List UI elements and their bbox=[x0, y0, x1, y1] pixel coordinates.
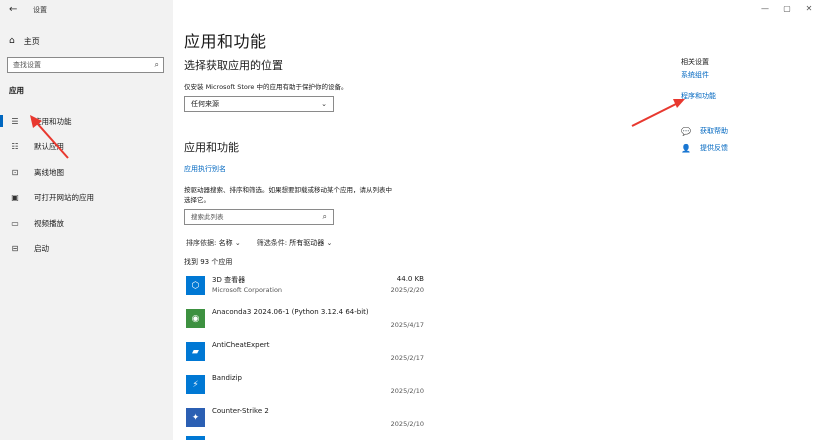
sidebar-item-startup[interactable]: ⊟ 启动 bbox=[0, 240, 173, 256]
maximize-icon[interactable]: ▢ bbox=[776, 0, 798, 16]
app-row-anaconda[interactable]: ◉ Anaconda3 2024.06-1 (Python 3.12.4 64-… bbox=[184, 306, 424, 336]
sidebar-item-default-apps[interactable]: ☷ 默认应用 bbox=[0, 138, 173, 154]
section-label-apps: 应用 bbox=[9, 86, 24, 95]
sidebar-item-offline-maps[interactable]: ⊡ 离线地图 bbox=[0, 164, 173, 180]
install-source-dropdown[interactable]: 任何来源 ⌄ bbox=[184, 96, 334, 112]
feedback-link[interactable]: 👤 提供反馈 bbox=[681, 143, 728, 153]
found-count: 找到 93 个应用 bbox=[184, 258, 233, 266]
app-row-anticheatexpert[interactable]: ▰ AntiCheatExpert 2025/2/17 bbox=[184, 339, 424, 369]
app-date: 2025/2/17 bbox=[390, 354, 424, 362]
sort-value: 名称 bbox=[218, 239, 233, 247]
install-source-heading: 选择获取应用的位置 bbox=[184, 59, 283, 72]
app-bandizip-icon: ⚡ bbox=[186, 375, 205, 394]
back-arrow-icon[interactable]: ← bbox=[9, 4, 17, 15]
sidebar-item-video-playback[interactable]: ▭ 视频播放 bbox=[0, 215, 173, 231]
app-publisher: Microsoft Corporation bbox=[212, 286, 283, 294]
app-anaconda-icon: ◉ bbox=[186, 309, 205, 328]
chevron-down-icon: ⌄ bbox=[326, 239, 333, 247]
app-alias-link[interactable]: 应用执行别名 bbox=[184, 164, 226, 174]
app-name: AntiCheatExpert bbox=[212, 341, 270, 349]
sidebar-item-label: 启动 bbox=[34, 243, 49, 253]
app-list-search-box[interactable]: ⌕ bbox=[184, 209, 334, 225]
app-anticheat-icon: ▰ bbox=[186, 342, 205, 361]
main-content: — ▢ ✕ 应用和功能 选择获取应用的位置 仅安装 Microsoft Stor… bbox=[173, 0, 820, 440]
app-name: Anaconda3 2024.06-1 (Python 3.12.4 64-bi… bbox=[212, 308, 369, 316]
get-help-link[interactable]: 💬 获取帮助 bbox=[681, 126, 728, 136]
home-label: 主页 bbox=[23, 36, 40, 46]
app-row-counter-strike-2[interactable]: ✦ Counter-Strike 2 2025/2/10 bbox=[184, 405, 424, 435]
app-3d-viewer-icon: ⬡ bbox=[186, 276, 205, 295]
settings-search-box[interactable]: ⌕ bbox=[7, 57, 164, 73]
sidebar-item-website-apps[interactable]: ▣ 可打开网站的应用 bbox=[0, 189, 173, 205]
app-name: Bandizip bbox=[212, 374, 242, 382]
app-row-3d-viewer[interactable]: ⬡ 3D 查看器 Microsoft Corporation 44.0 KB 2… bbox=[184, 273, 424, 303]
sidebar-home[interactable]: ⌂ 主页 bbox=[9, 34, 40, 48]
app-next-icon-partial bbox=[186, 436, 205, 440]
apps-list-icon: ☰ bbox=[11, 116, 19, 126]
default-apps-icon: ☷ bbox=[11, 141, 19, 151]
window-controls: — ▢ ✕ bbox=[754, 0, 820, 16]
app-name: 3D 查看器 bbox=[212, 276, 246, 284]
get-help-label: 获取帮助 bbox=[700, 127, 728, 135]
active-indicator bbox=[0, 115, 3, 127]
link-programs-and-features[interactable]: 程序和功能 bbox=[681, 91, 716, 101]
website-apps-icon: ▣ bbox=[11, 192, 19, 202]
filter-value: 所有驱动器 bbox=[289, 239, 325, 247]
chevron-down-icon: ⌄ bbox=[234, 239, 241, 247]
apps-description-line2: 选择它。 bbox=[184, 196, 210, 204]
home-icon: ⌂ bbox=[9, 36, 15, 46]
app-date: 2025/4/17 bbox=[390, 321, 424, 329]
sort-filter-row: 排序依据: 名称 ⌄ 筛选条件: 所有驱动器 ⌄ bbox=[186, 238, 332, 248]
chevron-down-icon: ⌄ bbox=[321, 100, 327, 108]
dropdown-value: 任何来源 bbox=[191, 100, 219, 108]
minimize-icon[interactable]: — bbox=[754, 0, 776, 16]
feedback-icon: 👤 bbox=[681, 143, 691, 153]
sidebar-item-label: 应用和功能 bbox=[34, 116, 72, 126]
sidebar-item-label: 可打开网站的应用 bbox=[34, 192, 94, 202]
app-date: 2025/2/10 bbox=[390, 387, 424, 395]
sort-label: 排序依据: bbox=[186, 239, 217, 247]
filter-control[interactable]: 筛选条件: 所有驱动器 ⌄ bbox=[257, 238, 333, 248]
sidebar-item-label: 离线地图 bbox=[34, 167, 64, 177]
search-icon[interactable]: ⌕ bbox=[155, 60, 159, 70]
map-icon: ⊡ bbox=[11, 167, 19, 177]
app-row-bandizip[interactable]: ⚡ Bandizip 2025/2/10 bbox=[184, 372, 424, 402]
search-icon[interactable]: ⌕ bbox=[323, 212, 327, 222]
close-icon[interactable]: ✕ bbox=[798, 0, 820, 16]
filter-label: 筛选条件: bbox=[256, 239, 288, 247]
apps-description-line1: 按驱动器搜索、排序和筛选。如果想要卸载或移动某个应用，请从列表中 bbox=[184, 186, 392, 194]
app-list-search-input[interactable] bbox=[191, 213, 311, 221]
video-icon: ▭ bbox=[11, 218, 19, 228]
apps-heading: 应用和功能 bbox=[184, 141, 239, 154]
help-chat-icon: 💬 bbox=[681, 126, 691, 136]
feedback-label: 提供反馈 bbox=[700, 144, 728, 152]
app-counter-strike-icon: ✦ bbox=[186, 408, 205, 427]
sort-control[interactable]: 排序依据: 名称 ⌄ bbox=[186, 238, 241, 248]
sidebar: ← 设置 ⌂ 主页 ⌕ 应用 ☰ 应用和功能 ☷ 默认应用 ⊡ 离线地图 ▣ 可… bbox=[0, 0, 173, 440]
settings-window: ← 设置 ⌂ 主页 ⌕ 应用 ☰ 应用和功能 ☷ 默认应用 ⊡ 离线地图 ▣ 可… bbox=[0, 0, 820, 440]
install-source-description: 仅安装 Microsoft Store 中的应用有助于保护你的设备。 bbox=[184, 83, 348, 91]
app-size: 44.0 KB bbox=[396, 275, 424, 283]
related-settings-title: 相关设置 bbox=[681, 58, 709, 66]
startup-icon: ⊟ bbox=[11, 243, 19, 253]
sidebar-item-label: 默认应用 bbox=[34, 141, 64, 151]
app-name: Counter-Strike 2 bbox=[212, 407, 269, 415]
sidebar-item-apps-features[interactable]: ☰ 应用和功能 bbox=[0, 113, 173, 129]
app-date: 2025/2/10 bbox=[390, 420, 424, 428]
settings-search-input[interactable] bbox=[13, 61, 143, 69]
sidebar-item-label: 视频播放 bbox=[34, 218, 64, 228]
page-title: 应用和功能 bbox=[184, 32, 267, 51]
window-title: 设置 bbox=[33, 6, 47, 14]
link-system-components[interactable]: 系统组件 bbox=[681, 70, 709, 80]
app-date: 2025/2/20 bbox=[390, 286, 424, 294]
